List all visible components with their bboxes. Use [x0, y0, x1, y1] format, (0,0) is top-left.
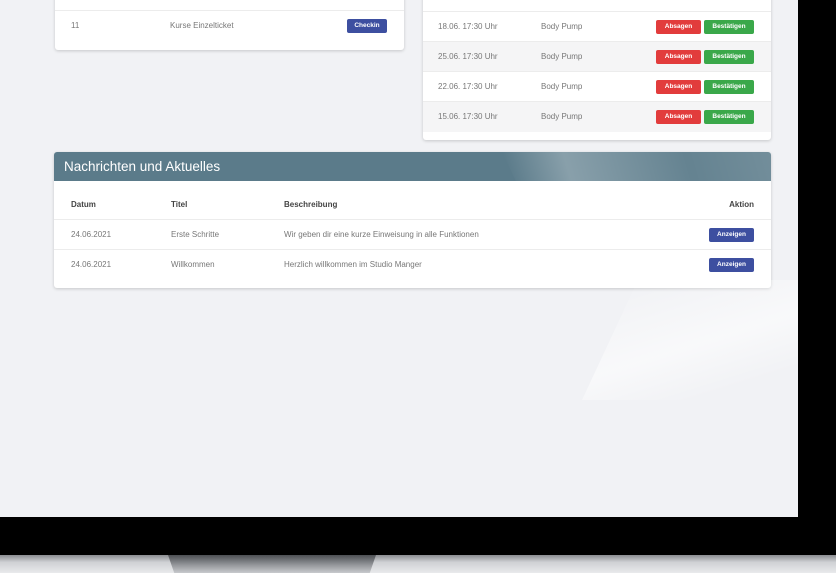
cancel-button[interactable]: Absagen [656, 110, 701, 124]
column-header-action: Aktion [729, 200, 754, 209]
cancel-button[interactable]: Absagen [656, 50, 701, 64]
news-date: 24.06.2021 [71, 230, 112, 239]
news-table-header: Datum Titel Beschreibung Aktion [54, 191, 771, 219]
confirm-button[interactable]: Bestätigen [704, 110, 754, 124]
ticket-number: 11 [71, 21, 80, 30]
column-header-description: Beschreibung [284, 200, 338, 209]
table-row: 24.06.2021 Erste Schritte Wir geben dir … [54, 219, 771, 250]
monitor-stand-neck [168, 555, 376, 573]
course-datetime: 22.06. 17:30 Uhr [438, 82, 498, 91]
show-news-button[interactable]: Anzeigen [709, 228, 754, 242]
news-item-title: Erste Schritte [171, 230, 220, 239]
ticket-product: Kurse Einzelticket [170, 21, 234, 30]
checkin-button[interactable]: Checkin [347, 19, 387, 33]
news-description: Wir geben dir eine kurze Einweisung in a… [284, 230, 479, 239]
course-datetime: 18.06. 17:30 Uhr [438, 22, 498, 31]
column-header-date: Datum [71, 200, 96, 209]
course-datetime: 15.06. 17:30 Uhr [438, 112, 498, 121]
column-header-title: Titel [171, 200, 188, 209]
table-row: 22.06. 17:30 Uhr Body Pump Absagen Bestä… [423, 71, 771, 102]
booked-courses-card: 18.06. 17:30 Uhr Body Pump Absagen Bestä… [423, 0, 771, 140]
screen-glare [582, 280, 798, 400]
course-name: Body Pump [541, 52, 583, 61]
table-row: 25.06. 17:30 Uhr Body Pump Absagen Bestä… [423, 41, 771, 72]
news-description: Herzlich willkommen im Studio Manger [284, 260, 422, 269]
news-header: Nachrichten und Aktuelles [54, 152, 771, 181]
news-item-title: Willkommen [171, 260, 215, 269]
news-date: 24.06.2021 [71, 260, 112, 269]
course-datetime: 25.06. 17:30 Uhr [438, 52, 498, 61]
course-name: Body Pump [541, 112, 583, 121]
header-sheen [502, 152, 771, 181]
course-name: Body Pump [541, 22, 583, 31]
table-row: 24.06.2021 Willkommen Herzlich willkomme… [54, 249, 771, 280]
confirm-button[interactable]: Bestätigen [704, 80, 754, 94]
confirm-button[interactable]: Bestätigen [704, 50, 754, 64]
table-row: 11 Kurse Einzelticket Checkin [55, 10, 404, 41]
cancel-button[interactable]: Absagen [656, 80, 701, 94]
course-name: Body Pump [541, 82, 583, 91]
confirm-button[interactable]: Bestätigen [704, 20, 754, 34]
checkin-card: 11 Kurse Einzelticket Checkin [55, 0, 404, 50]
cancel-button[interactable]: Absagen [656, 20, 701, 34]
monitor-stand-base [0, 555, 836, 573]
news-card: Nachrichten und Aktuelles Datum Titel Be… [54, 152, 771, 288]
table-row: 18.06. 17:30 Uhr Body Pump Absagen Bestä… [423, 11, 771, 42]
show-news-button[interactable]: Anzeigen [709, 258, 754, 272]
news-title: Nachrichten und Aktuelles [64, 159, 221, 174]
table-row: 15.06. 17:30 Uhr Body Pump Absagen Bestä… [423, 101, 771, 132]
monitor-screen: 11 Kurse Einzelticket Checkin 18.06. 17:… [0, 0, 798, 517]
